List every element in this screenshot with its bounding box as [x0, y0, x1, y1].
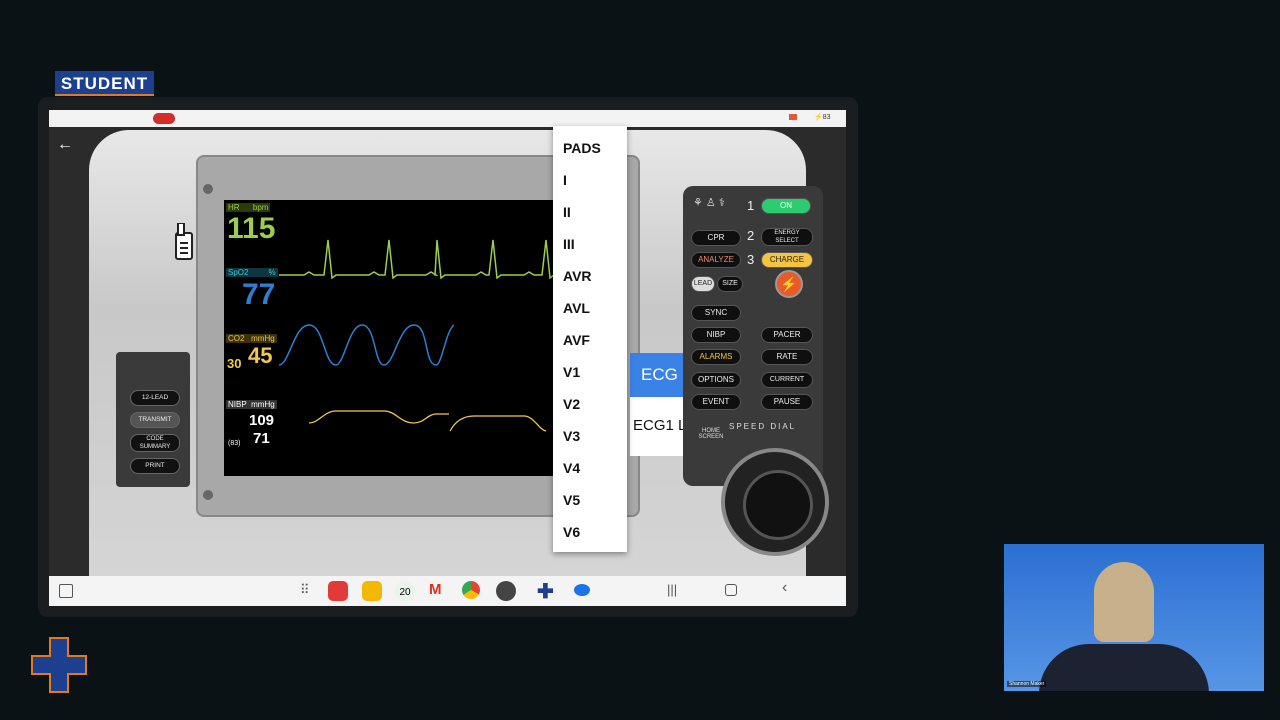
recents-icon[interactable]: ||| [667, 582, 677, 597]
flipboard-icon[interactable] [328, 581, 348, 601]
current-button[interactable]: CURRENT [761, 372, 813, 388]
screen-record-icon[interactable] [153, 113, 175, 124]
lead-option-avl[interactable]: AVL [563, 300, 590, 316]
hr-value: 115 [227, 212, 276, 245]
lead-option-v1[interactable]: V1 [563, 364, 580, 380]
lead-option-i[interactable]: I [563, 172, 567, 188]
print-button[interactable]: PRINT [130, 458, 180, 474]
rate-button[interactable]: RATE [761, 349, 813, 365]
step-3-number: 3 [747, 252, 755, 267]
camera-icon[interactable] [496, 581, 516, 601]
spo2-value: 77 [242, 278, 276, 311]
lead-option-ii[interactable]: II [563, 204, 571, 220]
participant-name: Shannon Maker [1007, 681, 1047, 687]
step-1-number: 1 [747, 198, 755, 213]
speed-dial-knob[interactable] [743, 470, 813, 540]
side-button-panel: 12-LEAD TRANSMIT CODE SUMMARY PRINT [116, 352, 190, 487]
lead-option-v2[interactable]: V2 [563, 396, 580, 412]
step-2-number: 2 [747, 228, 755, 243]
taskbar-toggle-icon[interactable] [59, 584, 73, 598]
messages-icon[interactable] [574, 584, 590, 596]
tablet-screen: ⚡83 ← 12-LEAD TRANSMIT CODE SUMMARY PRIN… [49, 110, 846, 606]
signal-icon [789, 114, 797, 120]
person-body [1039, 644, 1209, 691]
lead-dropdown-menu: PADS I II III AVR AVL AVF V1 V2 V3 V4 V5… [553, 126, 627, 552]
back-icon[interactable]: ‹ [782, 579, 787, 597]
options-button[interactable]: OPTIONS [691, 372, 741, 388]
sync-button[interactable]: SYNC [691, 305, 741, 321]
lead-option-avr[interactable]: AVR [563, 268, 592, 284]
home-icon[interactable] [725, 584, 737, 596]
person-head [1094, 562, 1154, 642]
folder-icon[interactable] [362, 581, 382, 601]
co2-label: CO2 mmHg [226, 334, 277, 343]
battery-text: 83 [822, 114, 831, 121]
medical-cross-logo [31, 637, 87, 693]
status-bar: ⚡83 [49, 110, 846, 127]
nibp-diastolic: 71 [253, 430, 270, 447]
nibp-button[interactable]: NIBP [691, 327, 741, 343]
calendar-icon[interactable]: 20 [395, 581, 415, 601]
lead-option-v3[interactable]: V3 [563, 428, 580, 444]
back-arrow-icon[interactable]: ← [55, 135, 75, 155]
hr-label: HR bpm [226, 203, 271, 212]
lead-option-iii[interactable]: III [563, 236, 575, 252]
radio-icon[interactable] [172, 223, 194, 261]
co2-rate: 30 [227, 356, 242, 371]
student-badge: STUDENT [55, 71, 154, 96]
spo2-label: SpO2 % [226, 268, 278, 277]
chrome-icon[interactable] [462, 581, 480, 599]
nibp-systolic: 109 [249, 412, 275, 429]
analyze-button[interactable]: ANALYZE [691, 252, 741, 268]
co2-value: 45 [248, 343, 273, 368]
apps-grid-icon[interactable]: ⠿ [300, 582, 310, 598]
pause-button[interactable]: PAUSE [761, 394, 813, 410]
cpr-button[interactable]: CPR [691, 230, 741, 246]
charge-button[interactable]: CHARGE [761, 252, 813, 268]
instructor-video: Shannon Maker [1004, 544, 1264, 691]
code-summary-button[interactable]: CODE SUMMARY [130, 434, 180, 452]
defibrillator-shell: 12-LEAD TRANSMIT CODE SUMMARY PRINT HR b… [89, 130, 829, 576]
screw-icon [203, 184, 213, 194]
nibp-map: (83) [228, 440, 241, 447]
monitor-display: HR bpm 115 SpO2 % 77 CO2 mmHg 30 45 NIBP… [224, 200, 727, 476]
event-button[interactable]: EVENT [691, 394, 741, 410]
medical-app-icon[interactable]: ✚ [537, 579, 554, 604]
shock-icon[interactable]: ⚡ [775, 270, 803, 298]
nibp-label: NIBP mmHg [226, 400, 277, 409]
on-button[interactable]: ON [761, 198, 811, 214]
lead-option-avf[interactable]: AVF [563, 332, 590, 348]
monitor-app: ← 12-LEAD TRANSMIT CODE SUMMARY PRINT HR… [49, 127, 846, 576]
alarms-button[interactable]: ALARMS [691, 349, 741, 365]
lead-option-pads[interactable]: PADS [563, 140, 601, 156]
lead-option-v5[interactable]: V5 [563, 492, 580, 508]
alarm-icons: ⚘ ♙ ⚕ [693, 197, 725, 209]
control-panel: ⚘ ♙ ⚕ 1 ON 2 3 CPR ENERGY SELECT ANALYZE… [683, 186, 823, 486]
battery-level: ⚡83 [814, 114, 831, 121]
12-lead-button[interactable]: 12-LEAD [130, 390, 180, 406]
home-screen-label[interactable]: HOME SCREEN [693, 428, 729, 440]
lead-option-v6[interactable]: V6 [563, 524, 580, 540]
lead-option-v4[interactable]: V4 [563, 460, 580, 476]
screw-icon [203, 490, 213, 500]
size-button[interactable]: SIZE [717, 276, 743, 292]
speed-dial-label: SPEED DIAL [729, 422, 797, 431]
transmit-button[interactable]: TRANSMIT [130, 412, 180, 428]
speed-dial[interactable] [721, 448, 829, 556]
gmail-icon[interactable]: M [429, 581, 449, 601]
lead-button[interactable]: LEAD [691, 276, 715, 292]
android-nav-bar: ⠿ 20 M ✚ ||| ‹ [49, 576, 846, 606]
energy-select-button[interactable]: ENERGY SELECT [761, 228, 813, 246]
pacer-button[interactable]: PACER [761, 327, 813, 343]
